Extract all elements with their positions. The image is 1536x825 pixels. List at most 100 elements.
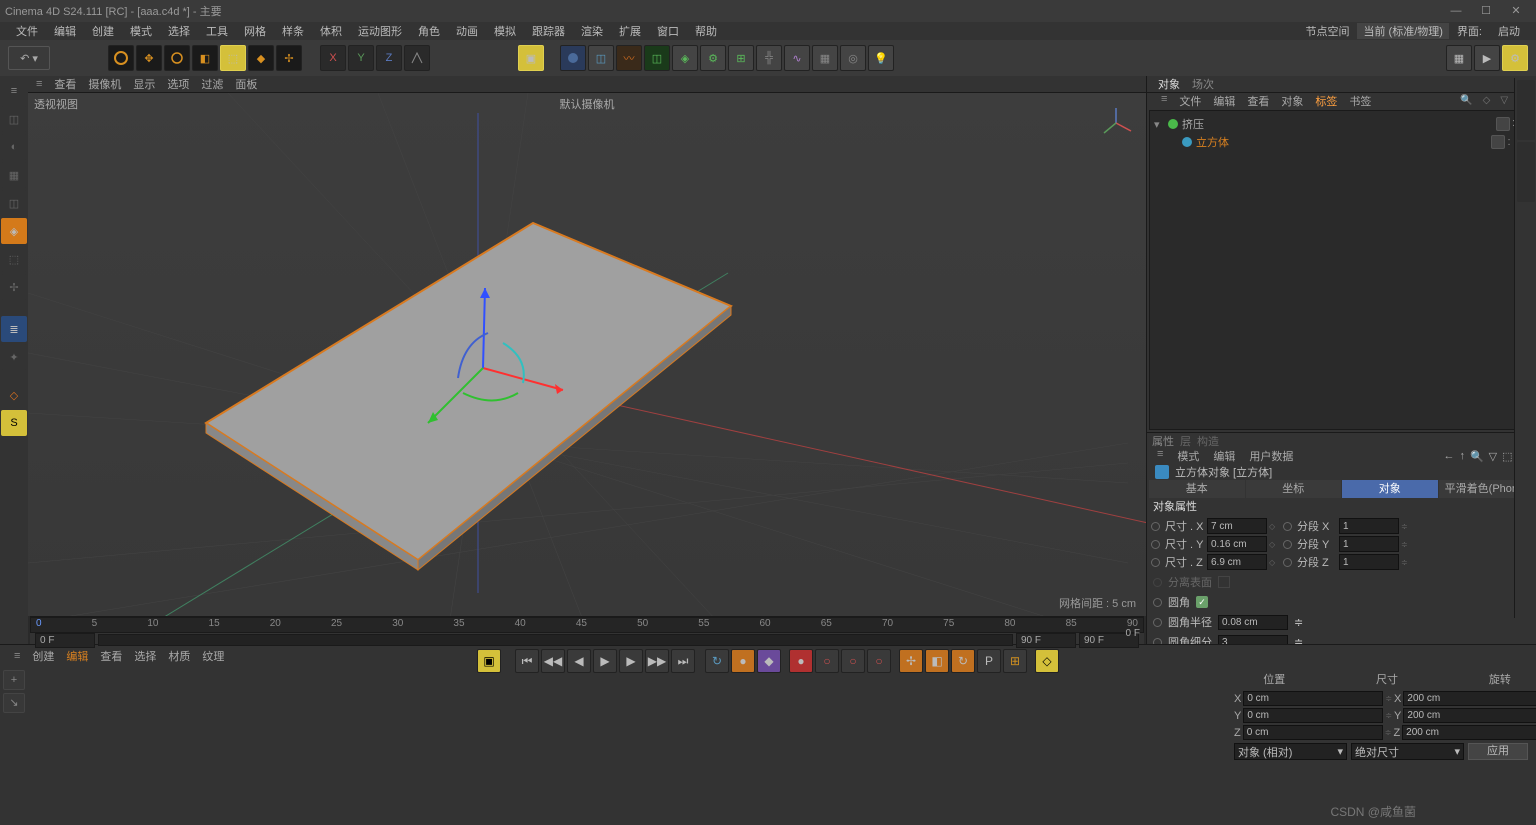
mograph-icon[interactable]: ⊞ [728, 45, 754, 71]
view-tab-panel[interactable]: 面板 [235, 76, 257, 92]
size-y-input[interactable] [1403, 708, 1536, 723]
menu-icon[interactable]: ≡ [1, 78, 27, 104]
attr-tab-layers[interactable]: 层 [1180, 433, 1191, 449]
menu-extensions[interactable]: 扩展 [611, 23, 649, 39]
attr-tab-basic[interactable]: 基本 [1149, 480, 1245, 498]
view-tab-camera[interactable]: 摄像机 [88, 76, 121, 92]
quantize-icon[interactable]: S [1, 410, 27, 436]
obj-menu-file[interactable]: 文件 [1175, 93, 1205, 109]
menu-mode[interactable]: 模式 [122, 23, 160, 39]
camera-icon[interactable]: ◎ [840, 45, 866, 71]
axis-icon[interactable]: ✢ [1, 274, 27, 300]
menu-select[interactable]: 选择 [160, 23, 198, 39]
mat-tab-view[interactable]: 查看 [100, 648, 122, 664]
filter-icon[interactable]: ▽ [1489, 450, 1497, 463]
size-x-input[interactable] [1403, 691, 1536, 706]
uv-icon[interactable]: ⬚ [1, 246, 27, 272]
attr-menu-mode[interactable]: 模式 [1177, 448, 1199, 464]
menu-sim[interactable]: 模拟 [486, 23, 524, 39]
sphere-icon[interactable]: ◐ [1, 134, 27, 160]
render-active-icon[interactable]: ▶ [1474, 45, 1500, 71]
sim-icon[interactable]: ∿ [784, 45, 810, 71]
timeline-ruler[interactable]: 0 510 1520 2530 3540 4550 5560 6570 7580… [30, 617, 1144, 633]
menu-spline[interactable]: 样条 [274, 23, 312, 39]
mat-tab-select[interactable]: 选择 [134, 648, 156, 664]
tree-row-cube[interactable]: 立方体 : ▫ ◈ [1154, 133, 1529, 151]
spline-icon[interactable]: 〰 [616, 45, 642, 71]
size-z-input[interactable] [1402, 725, 1536, 740]
cube-object-icon[interactable]: ◫ [1, 106, 27, 132]
minimize-button[interactable]: — [1441, 1, 1471, 21]
perspective-viewport[interactable]: 透视视图 默认摄像机 网格间距 : 5 cm [28, 93, 1146, 616]
timeline[interactable]: 0 510 1520 2530 3540 4550 5560 6570 7580… [30, 616, 1144, 644]
search-icon[interactable]: 🔍 [1456, 95, 1476, 106]
fwd-icon[interactable]: ↑ [1459, 450, 1465, 463]
mat-tab-material[interactable]: 材质 [168, 648, 190, 664]
render-view-icon[interactable]: ▣ [518, 45, 544, 71]
lock-x-button[interactable]: X [320, 45, 346, 71]
fillet-checkbox[interactable]: ✓ [1196, 596, 1208, 608]
menu-tools[interactable]: 工具 [198, 23, 236, 39]
tab-objects[interactable]: 对象 [1152, 76, 1186, 92]
apply-button[interactable]: 应用 [1468, 743, 1528, 760]
deformer-icon[interactable]: ⚙ [700, 45, 726, 71]
menu-character[interactable]: 角色 [410, 23, 448, 39]
start-frame[interactable]: 0 F [35, 633, 95, 648]
picture-viewer-icon[interactable]: ▦ [1446, 45, 1472, 71]
menu-edit[interactable]: 编辑 [46, 23, 84, 39]
recent-tool-icon[interactable]: ◆ [248, 45, 274, 71]
view-tab-options[interactable]: 选项 [167, 76, 189, 92]
generator-icon[interactable]: ◫ [644, 45, 670, 71]
light-icon[interactable]: 💡 [868, 45, 894, 71]
asset-browser-collapsed[interactable] [1514, 78, 1536, 618]
preset-icon[interactable]: ◇ [1479, 95, 1495, 106]
placement-tool-icon[interactable]: ⬚ [220, 45, 246, 71]
seg-z-input[interactable] [1339, 554, 1399, 570]
new-window-icon[interactable]: ⬚ [1502, 450, 1512, 463]
back-icon[interactable]: ← [1443, 450, 1454, 463]
menu-mesh[interactable]: 网格 [236, 23, 274, 39]
coord-system-icon[interactable] [404, 45, 430, 71]
obj-menu-edit[interactable]: 编辑 [1209, 93, 1239, 109]
attr-tab-coord[interactable]: 坐标 [1246, 480, 1342, 498]
size-y-input[interactable] [1207, 536, 1267, 552]
cube-add-icon[interactable]: ◫ [588, 45, 614, 71]
solid-icon[interactable] [560, 45, 586, 71]
edge-icon[interactable]: ◫ [1, 190, 27, 216]
menu-render[interactable]: 渲染 [573, 23, 611, 39]
attr-tab-structure[interactable]: 构造 [1197, 433, 1219, 449]
undo-button[interactable]: ↶ ▾ [8, 46, 50, 70]
size-mode-select[interactable]: 绝对尺寸▾ [1351, 743, 1464, 760]
end-frame[interactable]: 90 F [1016, 633, 1076, 648]
maximize-button[interactable]: ☐ [1471, 1, 1501, 21]
menu-create[interactable]: 创建 [84, 23, 122, 39]
seg-y-input[interactable] [1339, 536, 1399, 552]
menu-tracker[interactable]: 跟踪器 [524, 23, 573, 39]
preset-icon[interactable]: ↘ [3, 693, 25, 713]
pos-x-input[interactable] [1243, 691, 1383, 706]
attr-menu-userdata[interactable]: 用户数据 [1249, 448, 1293, 464]
size-x-input[interactable] [1207, 518, 1267, 534]
workplane-icon[interactable]: ◇ [1, 382, 27, 408]
attr-menu-edit[interactable]: 编辑 [1213, 448, 1235, 464]
menu-help[interactable]: 帮助 [687, 23, 725, 39]
lock-z-button[interactable]: Z [376, 45, 402, 71]
vis-editor-icon[interactable] [1491, 135, 1505, 149]
tree-row-extrude[interactable]: ▾ 挤压 : ▫ ▫ [1154, 115, 1529, 133]
rotate-tool-icon[interactable] [164, 45, 190, 71]
floor-icon[interactable]: ▦ [812, 45, 838, 71]
menu-file[interactable]: 文件 [8, 23, 46, 39]
render-settings-icon[interactable]: ⚙ [1502, 45, 1528, 71]
obj-menu-objects[interactable]: 对象 [1277, 93, 1307, 109]
live-select-icon[interactable] [108, 45, 134, 71]
view-tab-display[interactable]: 显示 [133, 76, 155, 92]
layer-icon[interactable]: ≣ [1, 316, 27, 342]
pos-y-input[interactable] [1243, 708, 1383, 723]
modeling-icon[interactable]: ◈ [672, 45, 698, 71]
close-button[interactable]: ✕ [1501, 1, 1531, 21]
material-area[interactable] [30, 665, 1226, 755]
menu-mograph[interactable]: 运动图形 [350, 23, 410, 39]
poly-icon[interactable]: ◈ [1, 218, 27, 244]
mat-tab-edit[interactable]: 编辑 [66, 648, 88, 664]
move-tool-icon[interactable]: ✥ [136, 45, 162, 71]
